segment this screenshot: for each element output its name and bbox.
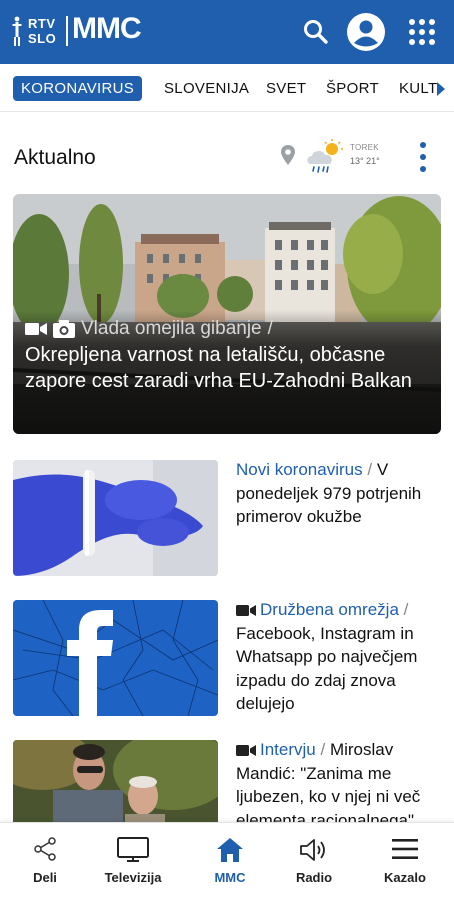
article-separator: / bbox=[403, 600, 409, 619]
article-thumbnail bbox=[13, 600, 218, 716]
tab-svet[interactable]: SVET bbox=[266, 76, 306, 101]
nav-label: MMC bbox=[214, 870, 246, 885]
article-category[interactable]: Intervju bbox=[260, 740, 316, 759]
video-camera-icon bbox=[236, 605, 256, 616]
logo-divider bbox=[66, 16, 68, 46]
hero-article-card[interactable]: Vlada omejila gibanje / Okrepljena varno… bbox=[13, 194, 441, 434]
article-thumbnail bbox=[13, 460, 218, 576]
rtv-figure-icon bbox=[12, 16, 22, 46]
tab-sport[interactable]: ŠPORT bbox=[326, 76, 379, 101]
tabs-scroll-right-icon[interactable] bbox=[437, 82, 445, 96]
nav-kazalo[interactable]: Kazalo bbox=[360, 823, 450, 901]
search-button[interactable] bbox=[296, 12, 336, 52]
tab-kultura[interactable]: KULT bbox=[399, 76, 437, 101]
article-category[interactable]: Novi koronavirus bbox=[236, 460, 363, 479]
weather-day: TOREK bbox=[350, 143, 379, 152]
article-category[interactable]: Družbena omrežja bbox=[260, 600, 399, 619]
nav-label: Radio bbox=[295, 870, 333, 885]
nav-radio[interactable]: Radio bbox=[269, 823, 359, 901]
menu-icon bbox=[392, 839, 418, 859]
nav-deli[interactable]: Deli bbox=[0, 823, 90, 901]
mmc-logo[interactable]: MMC bbox=[72, 12, 142, 46]
nav-televizija[interactable]: Televizija bbox=[88, 823, 178, 901]
more-options-button[interactable] bbox=[414, 140, 432, 174]
home-icon bbox=[217, 838, 243, 862]
dot-icon bbox=[420, 154, 426, 160]
category-tabs: KORONAVIRUS SLOVENIJA SVET ŠPORT KULT bbox=[0, 64, 454, 112]
logo-slo-text: SLO bbox=[28, 31, 57, 46]
article-text: Družbena omrežja / Facebook, Instagram i… bbox=[236, 598, 436, 716]
tab-slovenija[interactable]: SLOVENIJA bbox=[164, 76, 249, 101]
weather-temperature: 13° 21° bbox=[350, 156, 380, 166]
dot-icon bbox=[420, 142, 426, 148]
apps-grid-icon bbox=[409, 19, 435, 45]
weather-partly-cloudy-rain-icon[interactable] bbox=[305, 138, 345, 176]
video-camera-icon bbox=[236, 745, 256, 756]
article-title[interactable]: Facebook, Instagram in Whatsapp po najve… bbox=[236, 624, 417, 714]
hero-category[interactable]: Vlada omejila gibanje bbox=[81, 318, 262, 340]
hero-title[interactable]: Okrepljena varnost na letališču, občasne… bbox=[25, 342, 430, 394]
speaker-icon bbox=[300, 839, 325, 861]
nav-label: Televizija bbox=[104, 870, 162, 885]
video-camera-icon bbox=[25, 323, 47, 335]
account-button[interactable] bbox=[346, 12, 386, 52]
location-icon[interactable] bbox=[280, 144, 296, 166]
tv-icon bbox=[117, 837, 149, 862]
search-icon bbox=[304, 20, 328, 44]
article-separator: / bbox=[367, 460, 373, 479]
article-item[interactable]: Novi koronavirus / V ponedeljek 979 potr… bbox=[13, 460, 441, 578]
section-title: Aktualno bbox=[14, 146, 96, 169]
account-icon bbox=[347, 13, 385, 51]
logo-rtv-text: RTV bbox=[28, 16, 56, 31]
hero-separator: / bbox=[267, 318, 273, 339]
dot-icon bbox=[420, 166, 426, 172]
nav-label: Deli bbox=[33, 870, 57, 885]
tab-koronavirus[interactable]: KORONAVIRUS bbox=[13, 76, 143, 101]
article-separator: / bbox=[320, 740, 326, 759]
top-app-bar: RTV SLO MMC bbox=[0, 0, 454, 64]
rtv-slo-logo[interactable]: RTV SLO bbox=[10, 14, 66, 48]
share-icon bbox=[34, 837, 56, 861]
article-text: Novi koronavirus / V ponedeljek 979 potr… bbox=[236, 458, 436, 529]
article-text: Intervju / Miroslav Mandić: "Zanima me l… bbox=[236, 738, 436, 832]
article-item[interactable]: Družbena omrežja / Facebook, Instagram i… bbox=[13, 600, 441, 718]
nav-label: Kazalo bbox=[384, 870, 426, 885]
hero-meta: Vlada omejila gibanje / bbox=[25, 318, 273, 340]
nav-mmc[interactable]: MMC bbox=[185, 823, 275, 901]
photo-camera-icon bbox=[53, 320, 75, 338]
bottom-navigation: Deli Televizija MMC Radio Kazalo bbox=[0, 822, 454, 900]
apps-button[interactable] bbox=[402, 12, 442, 52]
